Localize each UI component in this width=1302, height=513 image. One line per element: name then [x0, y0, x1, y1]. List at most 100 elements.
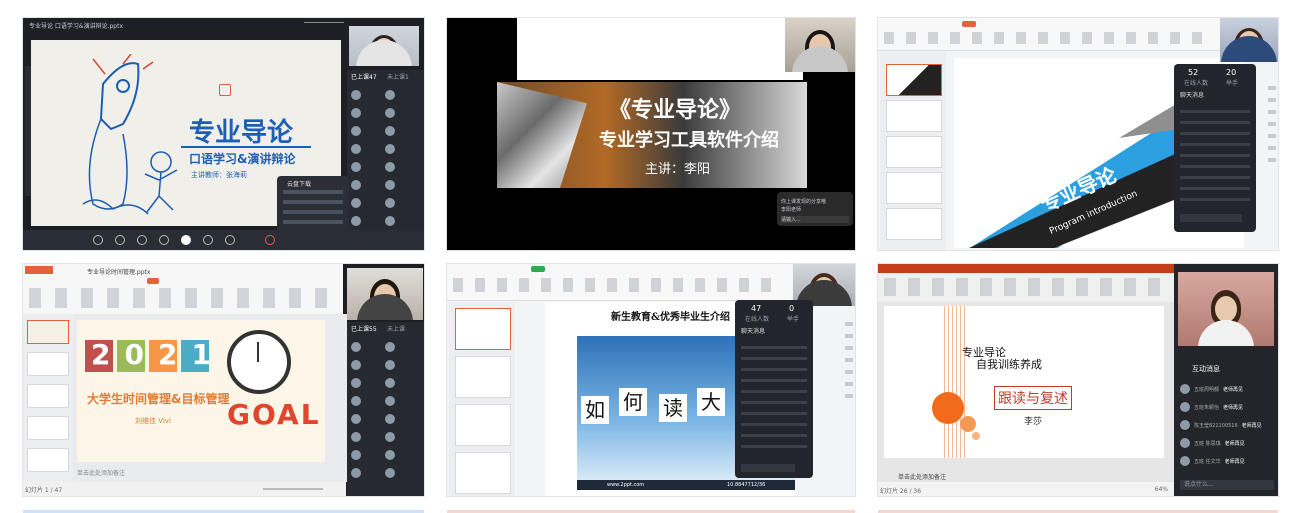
slide-thumbnails[interactable] — [880, 52, 946, 250]
ribbon-toolbar[interactable]: 专业导论时间管理.pptx — [23, 264, 343, 315]
window-controls[interactable] — [304, 22, 344, 29]
attendee-list[interactable]: 已上课55 未上课 — [347, 322, 424, 496]
slide-thumb[interactable] — [455, 356, 511, 398]
file-download-popup[interactable]: 云盘下载 — [277, 176, 349, 236]
slide-thumb[interactable] — [886, 172, 942, 204]
card-char: 读 — [659, 394, 687, 422]
panel-4-wps-presentation: 专业导论时间管理.pptx 2021 大学生时间管理&目标管理 GOAL 刘维佳… — [23, 264, 424, 496]
student-avatar — [385, 342, 395, 352]
message-input[interactable]: 说点什么... — [1180, 480, 1274, 490]
online-tab[interactable]: 已上课47 — [351, 72, 377, 81]
chat-input[interactable] — [1180, 214, 1242, 222]
slide-thumb[interactable] — [27, 384, 69, 408]
tab-title[interactable]: 专业导论时间管理.pptx — [87, 267, 207, 276]
members-icon[interactable] — [203, 235, 213, 245]
footer-left: www.2ppt.com — [607, 482, 645, 488]
slide-thumb[interactable] — [455, 404, 511, 446]
status-bar: 幻灯片 1 / 47 — [23, 482, 346, 496]
student-avatar — [385, 414, 395, 424]
student-avatar — [351, 216, 361, 226]
status-bar: 幻灯片 26 / 36 64% — [878, 484, 1174, 496]
chat-icon[interactable] — [225, 235, 235, 245]
online-count: 52 — [1188, 68, 1199, 77]
mic-icon[interactable] — [93, 235, 103, 245]
chat-input[interactable]: 请输入... — [781, 216, 849, 223]
meeting-toolbar[interactable] — [23, 230, 424, 250]
slide-thumbnails[interactable] — [449, 302, 515, 496]
interaction-list: 五班周明都 老师再见 五班朱颖怡 老师再见 陈玉莹821100516 老师再见 五班 … — [1180, 380, 1276, 470]
slide-speaker: 主讲：李阳 — [645, 162, 711, 177]
slide-thumb[interactable] — [455, 308, 511, 350]
student-avatar — [385, 144, 395, 154]
slide-counter: 幻灯片 1 / 47 — [25, 487, 63, 494]
chat-input[interactable] — [741, 464, 795, 472]
slide-thumb[interactable] — [27, 448, 69, 472]
right-tool-strip[interactable] — [1268, 78, 1276, 168]
slide-thumb[interactable] — [27, 352, 69, 376]
slide-teacher: 主讲教师：张海莉 — [191, 171, 247, 179]
whiteboard-icon[interactable] — [181, 235, 191, 245]
panel-6-powerpoint: 专业导论 自我训练养成 跟读与复述 李莎 单击此处添加备注 幻灯片 26 / 3… — [878, 264, 1278, 496]
list-item: 五班 陈思琪 老师再见 — [1180, 434, 1276, 452]
hand-count: 0 — [789, 304, 795, 313]
ribbon-toolbar[interactable] — [878, 18, 1278, 51]
student-avatar — [385, 126, 395, 136]
slide-thumb[interactable] — [886, 100, 942, 132]
slide-thumb[interactable] — [886, 208, 942, 240]
ribbon-toolbar[interactable] — [878, 264, 1174, 303]
offline-tab[interactable]: 未上课1 — [387, 72, 409, 81]
stick-figure-icon — [144, 151, 178, 213]
slide-thumbnails[interactable] — [23, 314, 73, 482]
panel-1-live-lecture: 专业导论 口语学习&演讲辩论.pptx 专业导论 口语学习&演讲辩论 主讲教师：… — [23, 18, 424, 250]
offline-tab[interactable]: 未上课 — [387, 324, 405, 333]
card-char: 如 — [581, 396, 609, 424]
slide-thumb[interactable] — [886, 64, 942, 96]
student-avatar — [385, 378, 395, 388]
ribbon-toolbar[interactable] — [447, 264, 791, 301]
slide-title-line1: 《专业导论》 — [609, 98, 742, 123]
notes-bar[interactable]: 单击此处添加备注 — [77, 468, 125, 477]
list-item: 陈玉莹821100516 老师再见 — [1180, 416, 1276, 434]
student-avatar — [351, 468, 361, 478]
camera-icon[interactable] — [115, 235, 125, 245]
chat-popup[interactable]: 你上课发现的分享哦 李阳老师 请输入... — [777, 192, 853, 226]
interaction-header: 互动消息 — [1192, 365, 1220, 373]
slide-thumb[interactable] — [455, 452, 511, 494]
slide-thumb[interactable] — [886, 136, 942, 168]
student-avatar — [385, 216, 395, 226]
student-avatar — [385, 432, 395, 442]
chat-message: 你上课发现的分享哦 — [781, 199, 827, 205]
list-item: 五班 任文华 老师再见 — [1180, 452, 1276, 470]
year-text: 2021 — [91, 338, 225, 371]
slide-logo-icon — [219, 84, 231, 96]
zoom-slider[interactable] — [263, 488, 323, 490]
online-tab[interactable]: 已上课55 — [351, 324, 377, 333]
slide-author: 刘维佳 Vivi — [135, 417, 171, 425]
slide-thumb[interactable] — [27, 320, 69, 344]
circle-large — [932, 392, 964, 424]
card-char: 大 — [697, 388, 725, 416]
slide-title-line2: 专业学习工具软件介绍 — [599, 130, 779, 151]
student-avatar — [385, 180, 395, 190]
student-avatar — [351, 432, 361, 442]
right-tool-strip[interactable] — [845, 314, 853, 404]
share-icon[interactable] — [137, 235, 147, 245]
online-count-label: 在线人数 — [745, 316, 770, 323]
record-icon[interactable] — [159, 235, 169, 245]
zoom-level[interactable]: 64% — [1155, 486, 1168, 493]
online-count-label: 在线人数 — [1184, 80, 1209, 87]
student-avatar — [385, 396, 395, 406]
circle-small — [960, 416, 976, 432]
student-avatar — [385, 198, 395, 208]
slide-canvas: 2021 大学生时间管理&目标管理 GOAL 刘维佳 Vivi — [77, 320, 325, 462]
window-title: 专业导论 口语学习&演讲辩论.pptx — [29, 23, 124, 30]
slide-canvas: 专业导论 自我训练养成 跟读与复述 李莎 — [884, 306, 1164, 458]
chat-panel[interactable]: 52 在线人数 20 举手 聊天消息 — [1174, 64, 1256, 232]
chat-panel[interactable]: 47 在线人数 0 举手 聊天消息 — [735, 300, 813, 478]
slide-thumb[interactable] — [27, 416, 69, 440]
notes-bar[interactable]: 单击此处添加备注 — [898, 472, 946, 481]
chat-header: 聊天消息 — [741, 328, 766, 335]
clock-icon — [227, 330, 291, 394]
end-call-icon[interactable] — [265, 235, 275, 245]
attendee-list[interactable]: 已上课47 未上课1 — [347, 70, 424, 245]
